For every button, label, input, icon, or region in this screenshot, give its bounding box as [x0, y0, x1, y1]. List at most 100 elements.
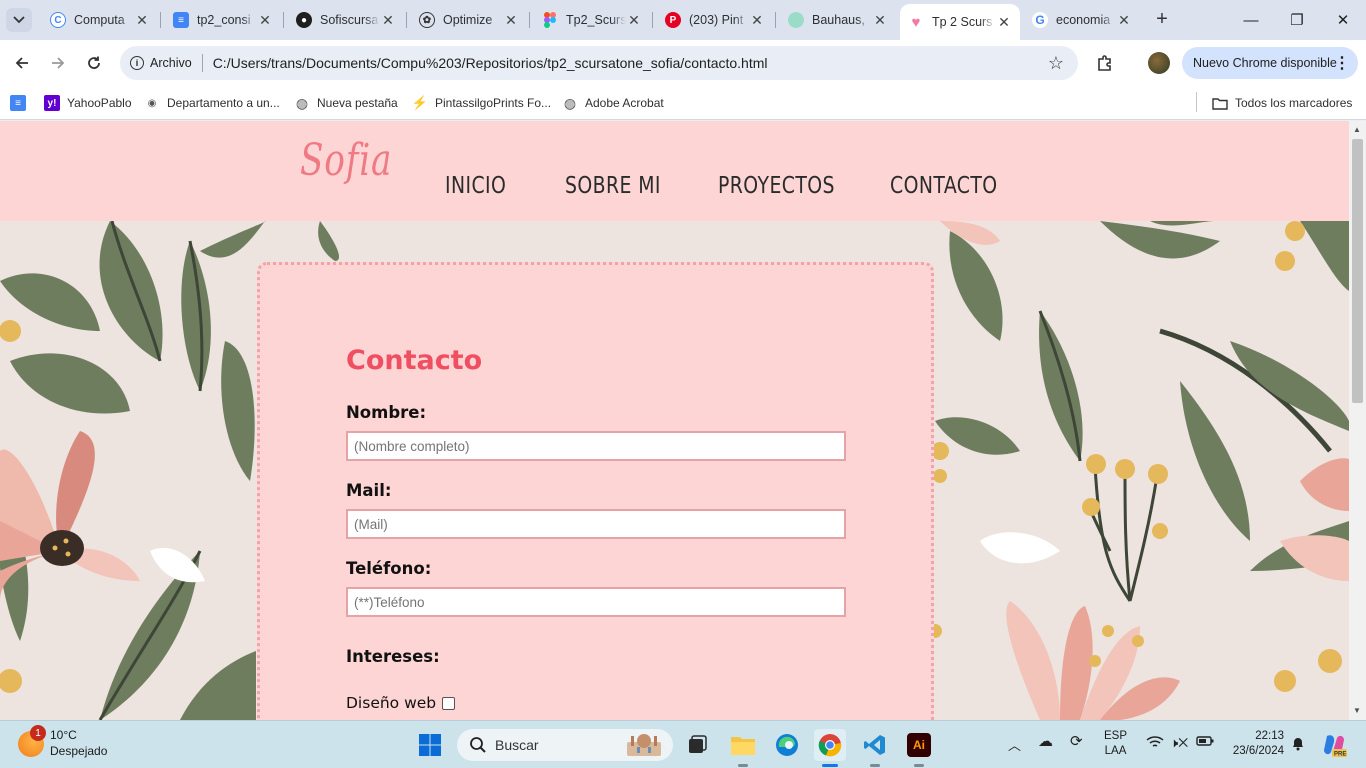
- puzzle-icon: [1098, 55, 1111, 71]
- task-view-button[interactable]: [681, 729, 713, 761]
- tab-title: Optimize: [443, 13, 493, 27]
- tab-title: economia: [1056, 13, 1111, 27]
- tab-strip: C Computa ✕ ≡ tp2_consi ✕ ● Sofiscursa ✕…: [0, 0, 1366, 40]
- interest-option-diseno-web: Diseño web: [346, 694, 456, 712]
- close-tab-icon[interactable]: ✕: [503, 12, 519, 29]
- google-icon: G: [1032, 12, 1048, 28]
- close-window-button[interactable]: ✕: [1320, 0, 1366, 40]
- taskbar-search[interactable]: Buscar: [457, 729, 673, 761]
- nombre-input[interactable]: [346, 431, 846, 461]
- scroll-thumb[interactable]: [1352, 139, 1363, 403]
- kebab-menu-icon[interactable]: ⋮: [1334, 53, 1350, 73]
- tab-tp2-scurs-active[interactable]: ♥ Tp 2 Scurs ✕: [900, 4, 1020, 40]
- wifi-icon[interactable]: [1146, 735, 1164, 752]
- nav-contacto[interactable]: CONTACTO: [890, 173, 998, 199]
- tab-optimize[interactable]: ✿ Optimize ✕: [411, 6, 527, 34]
- tab-computa[interactable]: C Computa ✕: [42, 6, 158, 34]
- yahoo-icon: y!: [44, 95, 60, 111]
- bookmark-nueva-pestana[interactable]: ◍ Nueva pestaña: [294, 93, 398, 113]
- tab-bauhaus[interactable]: Bauhaus, ✕: [780, 6, 896, 34]
- page-scrollbar[interactable]: ▲ ▼: [1349, 121, 1366, 720]
- pinterest-icon: P: [665, 12, 681, 28]
- illustrator-button[interactable]: Ai: [903, 729, 935, 761]
- scroll-up-icon[interactable]: ▲: [1353, 125, 1361, 134]
- volume-muted-icon[interactable]: 🕨✕: [1170, 735, 1188, 751]
- tab-github[interactable]: ● Sofiscursa ✕: [288, 6, 404, 34]
- browser-toolbar: i Archivo C:/Users/trans/Documents/Compu…: [0, 40, 1366, 86]
- educational-site-icon: C: [50, 12, 66, 28]
- tab-title: tp2_consi: [197, 13, 251, 27]
- site-logo[interactable]: Sofia: [300, 135, 392, 186]
- windows-taskbar: 1 10°C Despejado Buscar Ai ︿ ☁ ⟳ ESP LAA…: [0, 720, 1366, 768]
- copilot-button[interactable]: PRE: [1318, 729, 1350, 761]
- tab-tp2-consi[interactable]: ≡ tp2_consi ✕: [165, 6, 281, 34]
- address-bar[interactable]: i Archivo C:/Users/trans/Documents/Compu…: [120, 46, 1078, 80]
- weather-widget[interactable]: 1 10°C Despejado: [18, 725, 107, 759]
- bookmark-adobe-acrobat[interactable]: ◍ Adobe Acrobat: [562, 93, 664, 113]
- notifications-bell-icon[interactable]: [1290, 735, 1306, 754]
- onedrive-icon[interactable]: ☁: [1038, 732, 1053, 750]
- info-icon[interactable]: i: [130, 56, 144, 70]
- nav-proyectos[interactable]: PROYECTOS: [718, 173, 835, 199]
- bookmark-label: Nueva pestaña: [317, 96, 398, 110]
- nav-inicio[interactable]: INICIO: [445, 173, 506, 199]
- nombre-label: Nombre:: [346, 403, 427, 422]
- lang-bottom: LAA: [1104, 745, 1127, 757]
- scroll-down-icon[interactable]: ▼: [1353, 706, 1361, 715]
- tab-search-button[interactable]: [6, 8, 32, 32]
- forward-button[interactable]: [44, 49, 72, 77]
- all-bookmarks-button[interactable]: Todos los marcadores: [1212, 93, 1352, 113]
- windows-logo-icon: [419, 734, 441, 756]
- sync-icon[interactable]: ⟳: [1070, 732, 1083, 750]
- docs-icon: ≡: [10, 95, 26, 111]
- tab-economia[interactable]: G economia ✕: [1024, 6, 1140, 34]
- tab-title: Tp 2 Scurs: [932, 15, 993, 29]
- close-tab-icon[interactable]: ✕: [749, 12, 765, 29]
- minimize-button[interactable]: —: [1228, 0, 1274, 40]
- restore-button[interactable]: ❐: [1274, 0, 1320, 40]
- chrome-update-button[interactable]: Nuevo Chrome disponible ⋮: [1182, 47, 1358, 79]
- telefono-input[interactable]: [346, 587, 846, 617]
- mail-input[interactable]: [346, 509, 846, 539]
- chrome-taskbar-button[interactable]: [814, 729, 846, 761]
- tab-divider: [283, 12, 284, 28]
- folder-icon: [731, 737, 755, 755]
- battery-icon[interactable]: [1196, 735, 1214, 750]
- bookmark-star-icon[interactable]: ☆: [1048, 53, 1064, 74]
- close-tab-icon[interactable]: ✕: [380, 12, 396, 29]
- diseno-web-checkbox[interactable]: [442, 696, 456, 710]
- bookmark-yahoopablo[interactable]: y! YahooPablo: [44, 93, 132, 113]
- close-tab-icon[interactable]: ✕: [872, 12, 888, 29]
- bookmarks-divider: [1196, 92, 1197, 112]
- close-tab-icon[interactable]: ✕: [134, 12, 150, 29]
- close-tab-icon[interactable]: ✕: [1116, 12, 1132, 29]
- tray-overflow-icon[interactable]: ︿: [1008, 735, 1021, 754]
- start-button[interactable]: [414, 729, 446, 761]
- new-tab-button[interactable]: +: [1150, 8, 1174, 32]
- update-label: Nuevo Chrome disponible: [1193, 56, 1337, 70]
- profile-button[interactable]: [1146, 50, 1172, 76]
- close-tab-icon[interactable]: ✕: [257, 12, 273, 29]
- system-clock[interactable]: 22:13 23/6/2024: [1226, 729, 1284, 759]
- tab-figma[interactable]: Tp2_Scurs ✕: [534, 6, 650, 34]
- close-tab-icon[interactable]: ✕: [996, 14, 1012, 31]
- tab-divider: [406, 12, 407, 28]
- url-text[interactable]: C:/Users/trans/Documents/Compu%203/Repos…: [213, 55, 768, 71]
- reload-button[interactable]: [80, 49, 108, 77]
- nav-sobre-mi[interactable]: SOBRE MI: [565, 173, 661, 199]
- bookmark-pintassilgo[interactable]: ⚡ PintassilgoPrints Fo...: [412, 93, 551, 113]
- bookmark-departamento[interactable]: ◉ Departamento a un...: [144, 93, 280, 113]
- vscode-button[interactable]: [859, 729, 891, 761]
- bookmark-docs[interactable]: ≡: [10, 93, 33, 113]
- chevron-down-icon: [13, 16, 25, 24]
- clock-date: 23/6/2024: [1232, 745, 1284, 757]
- edge-button[interactable]: [771, 729, 803, 761]
- extensions-button[interactable]: [1092, 50, 1118, 76]
- globe-icon: ◍: [563, 94, 577, 111]
- running-indicator: [738, 764, 748, 767]
- close-tab-icon[interactable]: ✕: [626, 12, 642, 29]
- back-button[interactable]: [8, 49, 36, 77]
- language-indicator[interactable]: ESP LAA: [1104, 729, 1127, 759]
- file-explorer-button[interactable]: [727, 729, 759, 761]
- tab-pinterest[interactable]: P (203) Pint ✕: [657, 6, 773, 34]
